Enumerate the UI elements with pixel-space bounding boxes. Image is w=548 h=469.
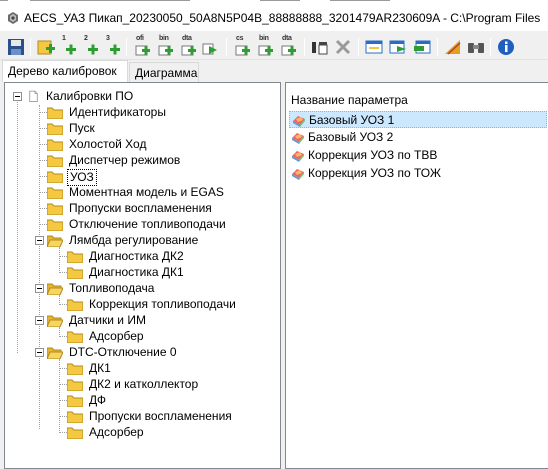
binoculars-icon[interactable] [466,37,486,57]
parameter-item[interactable]: Базовый УОЗ 2 [289,129,547,146]
folder-icon [47,219,63,231]
folder-icon [47,171,63,183]
top-edge [0,0,548,4]
folder-icon [67,427,83,439]
folder-open-icon [47,283,63,295]
folder-icon [67,411,83,423]
add-2-icon[interactable]: 2 [80,35,100,57]
tree-expander[interactable] [35,316,44,325]
go-icon[interactable] [200,37,220,57]
folder-icon [47,107,63,119]
folder-icon [67,251,83,263]
column-header-parameter-name[interactable]: Название параметра [286,83,548,111]
document-icon [29,90,38,102]
save-icon[interactable] [6,37,26,57]
parameter-item[interactable]: Коррекция УОЗ по ТВВ [289,147,547,164]
window-export-icon[interactable] [388,37,408,57]
parameter-item-selected[interactable]: Базовый УОЗ 1 [289,111,547,128]
dta-icon[interactable]: dta [178,35,198,57]
tree-expander[interactable] [35,348,44,357]
info-icon[interactable] [496,37,516,57]
window-import-icon[interactable] [412,37,432,57]
folder-icon [47,203,63,215]
folder-open-icon [47,235,63,247]
folder-icon [47,187,63,199]
app-icon [8,12,18,24]
dta-export-icon[interactable]: dta [278,35,298,57]
folder-icon [67,363,83,375]
title-bar: AECS_УАЗ Пикап_20230050_50A8N5P04B_88888… [0,0,548,32]
folder-icon [67,331,83,343]
parameter-list[interactable]: Название параметра Базовый УОЗ 1 Базовый… [285,82,548,469]
bin-export-icon[interactable]: bin [255,35,275,57]
tree-root-label: Калибровки ПО [46,89,134,103]
folder-open-icon [47,347,63,359]
tab-diagram[interactable]: Диаграмма [129,62,199,82]
surface-map-icon [292,169,304,180]
folder-icon [67,395,83,407]
folder-icon [67,267,83,279]
add-1-icon[interactable]: 1 [58,35,78,57]
disconnect-icon [333,37,353,57]
tab-strip: Дерево калибровок Диаграмма [0,60,548,82]
ramp-icon[interactable] [443,37,463,57]
calibration-tree[interactable]: Калибровки ПО Идентификаторы Пуск Холост… [4,82,281,469]
ofi-icon[interactable]: ofi [132,35,152,57]
surface-map-icon [292,151,304,162]
folder-icon [47,123,63,135]
window-icon[interactable] [364,37,384,57]
window-title: AECS_УАЗ Пикап_20230050_50A8N5P04B_88888… [24,11,541,25]
folder-icon [67,379,83,391]
root-expander[interactable] [13,92,22,101]
add-icon[interactable] [36,37,56,57]
add-3-icon[interactable]: 3 [102,35,122,57]
folder-open-icon [47,315,63,327]
toolbar: 1 2 3 ofi bin dta cs bin dta [0,33,548,60]
tab-calibration-tree[interactable]: Дерево калибровок [2,60,128,82]
parameter-item[interactable]: Коррекция УОЗ по ТОЖ [289,165,547,182]
folder-icon [67,299,83,311]
folder-icon [47,139,63,151]
surface-map-icon [293,116,305,127]
tree-expander[interactable] [35,236,44,245]
folder-icon [47,155,63,167]
compare-icon[interactable] [310,37,330,57]
bin-icon[interactable]: bin [155,35,175,57]
surface-map-icon [292,133,304,144]
tree-expander[interactable] [35,284,44,293]
cs-icon[interactable]: cs [232,35,252,57]
